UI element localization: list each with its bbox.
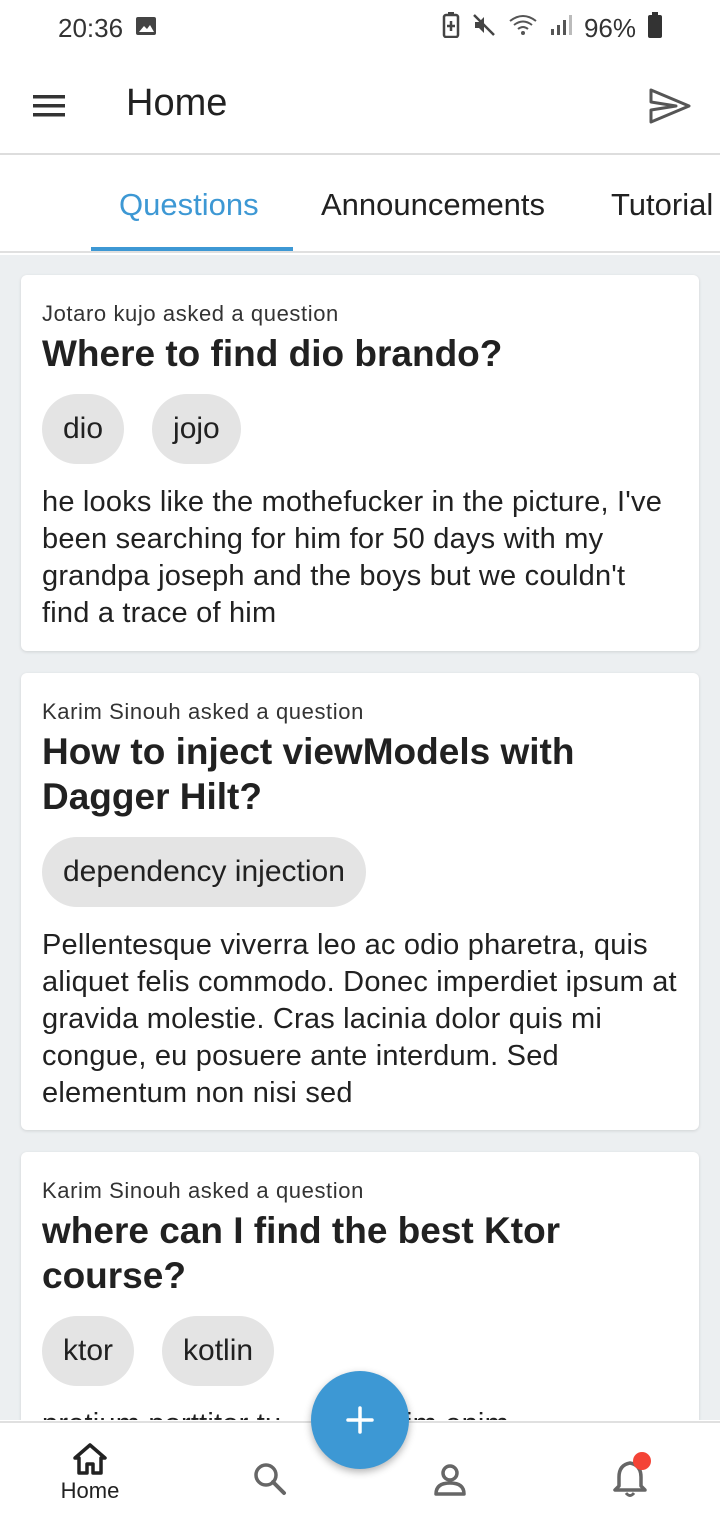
nav-notifications[interactable]: [600, 1423, 660, 1520]
questions-feed[interactable]: Jotaro kujo asked a question Where to fi…: [0, 255, 720, 1420]
tag-chip[interactable]: dio: [42, 394, 125, 464]
question-body: he looks like the mothefucker in the pic…: [42, 486, 663, 629]
tag-chip[interactable]: dependency injection: [42, 837, 366, 907]
question-body: Pellentesque viverra leo ac odio pharetr…: [42, 929, 677, 1109]
tab-announcements[interactable]: Announcements: [321, 157, 545, 251]
tag-chip[interactable]: ktor: [42, 1316, 135, 1386]
tab-questions[interactable]: Questions: [119, 157, 259, 251]
page-title: Home: [126, 82, 228, 124]
tag-chip[interactable]: kotlin: [162, 1316, 275, 1386]
notification-badge: [633, 1452, 651, 1470]
battery-saver-icon: [442, 11, 460, 45]
tag-list: dio jojo: [42, 394, 678, 464]
question-card[interactable]: Karim Sinouh asked a question How to inj…: [21, 673, 699, 1130]
question-title: How to inject viewModels with Dagger Hil…: [42, 731, 575, 817]
battery-icon: [648, 11, 662, 45]
nav-home-label: Home: [60, 1477, 120, 1503]
status-time: 20:36: [58, 12, 124, 43]
send-button[interactable]: [646, 82, 694, 130]
question-title: Where to find dio brando?: [42, 333, 503, 374]
signal-icon: [550, 13, 572, 44]
nav-profile[interactable]: [420, 1423, 480, 1520]
tab-bar: Questions Announcements Tutorial: [0, 157, 720, 253]
app-bar: Home: [0, 56, 720, 155]
nav-search[interactable]: [240, 1423, 300, 1520]
menu-icon: [33, 95, 65, 117]
mute-icon: [472, 13, 496, 44]
profile-icon: [434, 1463, 466, 1496]
nav-home[interactable]: Home: [50, 1423, 130, 1520]
tag-chip[interactable]: jojo: [152, 394, 241, 464]
send-icon: [649, 88, 691, 124]
question-card[interactable]: Jotaro kujo asked a question Where to fi…: [21, 275, 699, 651]
tag-list: dependency injection: [42, 837, 678, 907]
image-icon: [135, 13, 157, 44]
wifi-icon: [508, 13, 538, 44]
search-icon: [254, 1462, 286, 1495]
question-author: Jotaro kujo asked a question: [42, 301, 339, 326]
add-question-button[interactable]: [311, 1371, 409, 1469]
question-title: where can I find the best Ktor course?: [42, 1210, 561, 1296]
tab-indicator: [91, 247, 293, 251]
menu-button[interactable]: [28, 84, 72, 128]
add-icon: [346, 1406, 374, 1434]
home-icon: [73, 1442, 107, 1475]
status-bar: 20:36 96%: [0, 0, 720, 56]
question-author: Karim Sinouh asked a question: [42, 699, 364, 724]
battery-percent: 96%: [583, 12, 636, 43]
tab-tutorial[interactable]: Tutorial: [611, 157, 713, 251]
question-author: Karim Sinouh asked a question: [42, 1178, 364, 1203]
